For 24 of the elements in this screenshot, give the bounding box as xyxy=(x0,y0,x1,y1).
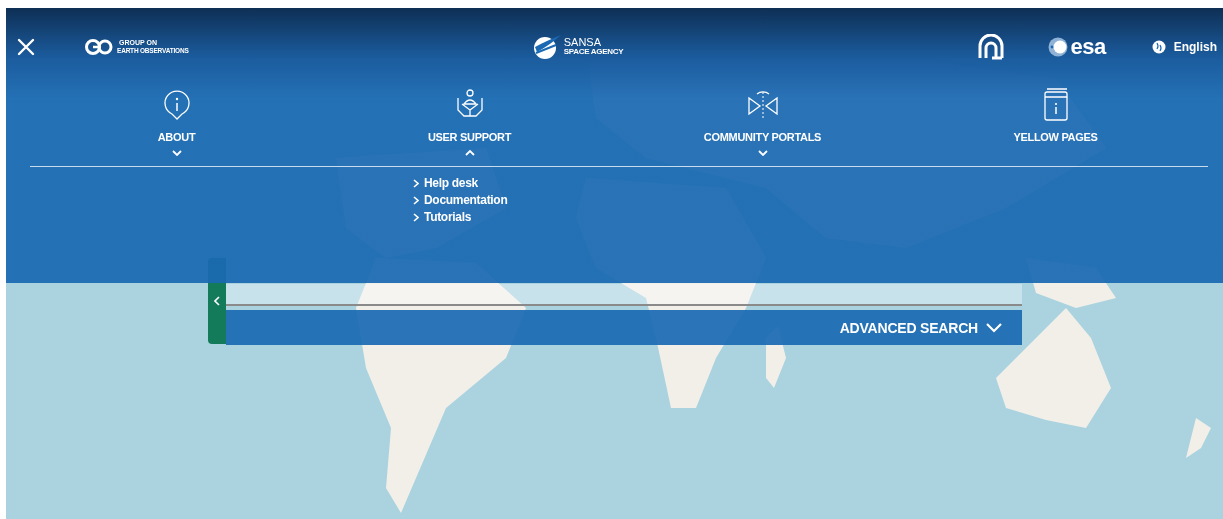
logo-text: esa xyxy=(1070,36,1106,58)
nav-item[interactable]: YELLOW PAGES xyxy=(1013,130,1098,144)
chevron-down-icon[interactable] xyxy=(171,150,182,156)
geo-logo-icon xyxy=(85,39,115,55)
submenu-link[interactable]: Help desk xyxy=(413,175,478,192)
logo-text: SPACE AGENCY xyxy=(563,47,624,57)
circle-logo-icon xyxy=(1048,37,1069,57)
arch-logo-icon xyxy=(976,34,1007,60)
chevron-down-icon xyxy=(986,322,1002,333)
globe-icon xyxy=(1151,40,1166,54)
submenu-link[interactable]: Documentation xyxy=(413,192,508,209)
chevron-up-icon[interactable] xyxy=(464,150,475,156)
close-icon[interactable] xyxy=(16,37,36,57)
swoosh-logo-icon xyxy=(531,33,562,61)
nav-item[interactable]: ABOUT xyxy=(157,130,196,144)
chevron-left-icon xyxy=(214,296,220,306)
logo-text: SANSA xyxy=(563,37,602,47)
submenu-link[interactable]: Tutorials xyxy=(413,209,472,226)
nav-item[interactable]: COMMUNITY PORTALS xyxy=(703,130,822,144)
advanced-search-button[interactable]: ADVANCED SEARCH xyxy=(226,310,1022,345)
chevron-down-icon[interactable] xyxy=(757,150,768,156)
nav-item[interactable]: USER SUPPORT xyxy=(427,130,512,144)
search-field[interactable] xyxy=(226,284,1022,306)
language-button[interactable]: English xyxy=(1151,40,1217,54)
